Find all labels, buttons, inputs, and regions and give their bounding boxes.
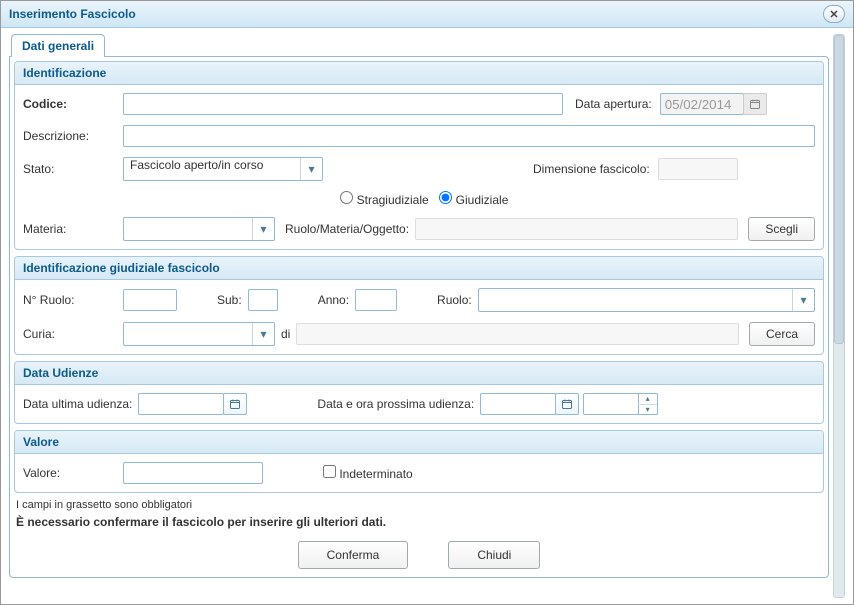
calendar-button-ultima[interactable] — [223, 393, 247, 415]
fieldset-identificazione: Identificazione Codice: Data apertura: — [14, 61, 824, 250]
combo-materia[interactable]: ▾ — [123, 217, 275, 241]
close-button[interactable]: ✕ — [823, 5, 845, 23]
time-spinner[interactable]: ▴ ▾ — [638, 393, 658, 415]
input-anno[interactable] — [355, 289, 397, 311]
fieldset-title-identificazione-giudiziale: Identificazione giudiziale fascicolo — [15, 257, 823, 280]
vertical-scrollbar[interactable] — [833, 34, 845, 598]
chevron-down-icon: ▾ — [252, 323, 274, 345]
label-rmo: Ruolo/Materia/Oggetto: — [285, 222, 409, 236]
radio-stragiudiziale[interactable] — [340, 191, 353, 204]
titlebar: Inserimento Fascicolo ✕ — [1, 1, 853, 28]
radio-stragiudiziale-label: Stragiudiziale — [357, 193, 429, 207]
chevron-down-icon: ▾ — [792, 289, 814, 311]
tab-dati-generali[interactable]: Dati generali — [11, 34, 105, 57]
combo-stato[interactable]: Fascicolo aperto/in corso ▾ — [123, 157, 323, 181]
label-valore: Valore: — [23, 466, 123, 480]
label-stato: Stato: — [23, 162, 123, 176]
fieldset-title-data-udienze: Data Udienze — [15, 362, 823, 385]
button-conferma[interactable]: Conferma — [298, 541, 409, 569]
scrollbar-thumb[interactable] — [834, 35, 844, 344]
radio-giudiziale-label: Giudiziale — [456, 193, 509, 207]
fieldset-valore: Valore Valore: Indeterminato — [14, 430, 824, 493]
input-dimensione — [658, 158, 738, 180]
calendar-icon — [749, 98, 761, 110]
label-anno: Anno: — [318, 293, 349, 307]
button-chiudi[interactable]: Chiudi — [448, 541, 540, 569]
radio-giudiziale-wrap[interactable]: Giudiziale — [429, 191, 509, 207]
radio-giudiziale[interactable] — [439, 191, 452, 204]
input-prossima-udienza-date[interactable] — [480, 393, 556, 415]
label-descrizione: Descrizione: — [23, 129, 123, 143]
input-rmo — [415, 218, 738, 240]
combo-ruolo-value — [479, 289, 792, 311]
label-ruolo: Ruolo: — [437, 293, 472, 307]
label-curia: Curia: — [23, 327, 123, 341]
label-dimensione: Dimensione fascicolo: — [533, 162, 650, 176]
radio-stragiudiziale-wrap[interactable]: Stragiudiziale — [330, 191, 429, 207]
combo-stato-value: Fascicolo aperto/in corso — [124, 158, 300, 180]
chevron-down-icon: ▾ — [252, 218, 274, 240]
chevron-down-icon: ▾ — [300, 158, 322, 180]
checkbox-indeterminato-label: Indeterminato — [339, 467, 412, 481]
input-prossima-udienza-time[interactable] — [583, 393, 639, 415]
input-sub[interactable] — [248, 289, 278, 311]
button-cerca[interactable]: Cerca — [749, 322, 815, 346]
tab-panel-dati-generali: Identificazione Codice: Data apertura: — [9, 56, 829, 578]
checkbox-indeterminato-wrap[interactable]: Indeterminato — [323, 465, 413, 481]
input-descrizione[interactable] — [123, 125, 815, 147]
label-materia: Materia: — [23, 222, 123, 236]
input-nruolo[interactable] — [123, 289, 177, 311]
tabstrip: Dati generali — [9, 34, 829, 57]
dialog-window: Inserimento Fascicolo ✕ Dati generali Id… — [0, 0, 854, 605]
combo-ruolo[interactable]: ▾ — [478, 288, 815, 312]
combo-curia[interactable]: ▾ — [123, 322, 275, 346]
input-ultima-udienza[interactable] — [138, 393, 224, 415]
window-body: Dati generali Identificazione Codice: Da… — [1, 28, 853, 604]
label-ultima-udienza: Data ultima udienza: — [23, 397, 132, 411]
window-title: Inserimento Fascicolo — [9, 7, 136, 21]
input-codice[interactable] — [123, 93, 563, 115]
checkbox-indeterminato[interactable] — [323, 465, 336, 478]
label-codice: Codice: — [23, 97, 123, 111]
fieldset-title-valore: Valore — [15, 431, 823, 454]
chevron-up-icon: ▴ — [638, 394, 657, 405]
note-required: I campi in grassetto sono obbligatori — [16, 499, 822, 511]
fieldset-data-udienze: Data Udienze Data ultima udienza: Data e… — [14, 361, 824, 424]
label-prossima-udienza: Data e ora prossima udienza: — [317, 397, 474, 411]
input-data-apertura — [660, 93, 744, 115]
label-di: di — [281, 327, 290, 341]
fieldset-identificazione-giudiziale: Identificazione giudiziale fascicolo N° … — [14, 256, 824, 355]
calendar-button-data-apertura[interactable] — [743, 93, 767, 115]
label-nruolo: N° Ruolo: — [23, 293, 123, 307]
close-icon: ✕ — [829, 8, 838, 21]
calendar-icon — [229, 398, 241, 410]
input-di — [296, 323, 739, 345]
fieldset-title-identificazione: Identificazione — [15, 62, 823, 85]
content-area: Dati generali Identificazione Codice: Da… — [9, 34, 829, 598]
combo-materia-value — [124, 218, 252, 240]
calendar-button-prossima[interactable] — [555, 393, 579, 415]
footer-actions: Conferma Chiudi — [14, 533, 824, 573]
combo-curia-value — [124, 323, 252, 345]
button-scegli[interactable]: Scegli — [748, 217, 815, 241]
calendar-icon — [561, 398, 573, 410]
label-data-apertura: Data apertura: — [575, 97, 652, 111]
note-confirm: È necessario confermare il fascicolo per… — [16, 515, 822, 529]
label-sub: Sub: — [217, 293, 242, 307]
chevron-down-icon: ▾ — [638, 405, 657, 415]
input-valore[interactable] — [123, 462, 263, 484]
